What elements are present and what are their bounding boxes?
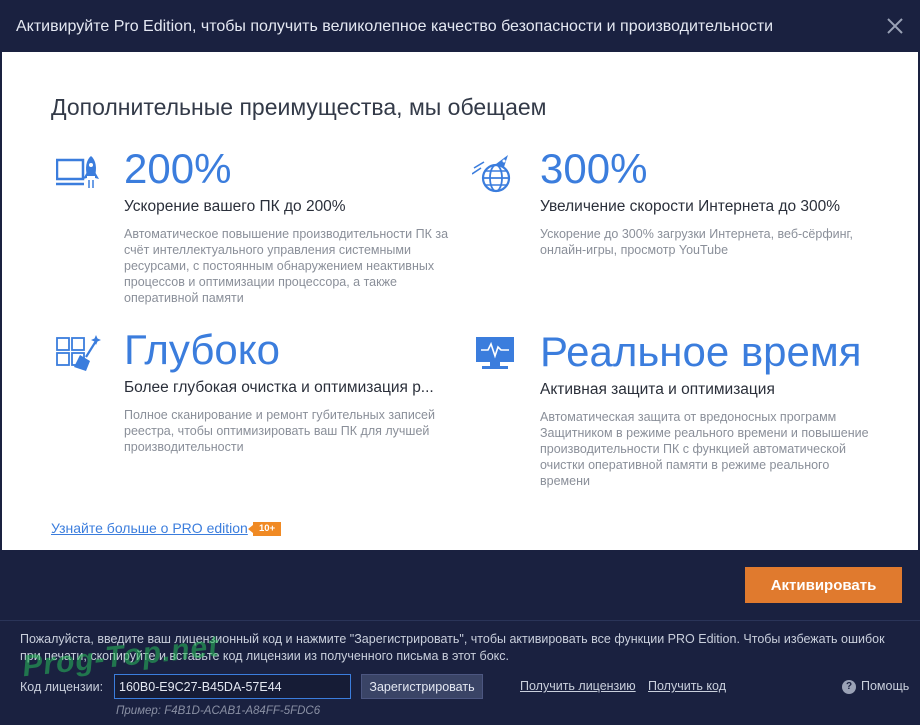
title-bar: Активируйте Pro Edition, чтобы получить …	[0, 0, 920, 52]
learn-more-link[interactable]: Узнайте больше о PRO edition	[51, 520, 248, 536]
feature-value: 200%	[124, 145, 232, 192]
instructions-text: Пожалуйста, введите ваш лицензионный код…	[20, 632, 885, 663]
benefits-panel: Дополнительные преимущества, мы обещаем …	[2, 52, 918, 550]
count-badge: 10+	[247, 522, 282, 536]
help-label: Помощь	[861, 679, 910, 693]
feature-subtitle: Ускорение вашего ПК до 200%	[124, 198, 346, 215]
divider	[0, 620, 920, 621]
feature-subtitle: Увеличение скорости Интернета до 300%	[540, 198, 841, 215]
license-example: Пример: F4B1D-ACAB1-A84FF-5FDC6	[116, 705, 321, 717]
help-icon: ?	[842, 680, 856, 694]
feature-description: Полное сканирование и ремонт губительных…	[124, 408, 435, 454]
feature-value: Глубоко	[124, 326, 280, 373]
get-code-link[interactable]: Получить код	[648, 679, 726, 693]
activate-button[interactable]: Активировать	[745, 567, 902, 603]
globe-rocket-icon	[471, 154, 522, 199]
feature-subtitle: Активная защита и оптимизация	[540, 381, 775, 398]
feature-description: Автоматическое повышение производительно…	[124, 227, 449, 305]
feature-value: Реальное время	[540, 328, 862, 375]
activation-panel: Активировать Пожалуйста, введите ваш лиц…	[0, 550, 920, 725]
feature-description: Автоматическая защита от вредоносных про…	[540, 410, 869, 488]
register-button[interactable]: Зарегистрировать	[361, 674, 483, 699]
license-label: Код лицензии:	[20, 680, 104, 694]
feature-value: 300%	[540, 145, 648, 192]
registry-broom-icon	[56, 335, 106, 380]
window-title: Активируйте Pro Edition, чтобы получить …	[16, 18, 774, 35]
feature-subtitle: Более глубокая очистка и оптимизация р..…	[124, 379, 434, 396]
license-input[interactable]	[114, 674, 351, 699]
page-heading: Дополнительные преимущества, мы обещаем	[51, 94, 547, 120]
pc-rocket-icon	[55, 154, 106, 199]
close-icon[interactable]	[884, 15, 906, 37]
feature-description: Ускорение до 300% загрузки Интернета, ве…	[540, 227, 854, 257]
monitor-pulse-icon	[472, 337, 522, 382]
get-license-link[interactable]: Получить лицензию	[520, 679, 636, 693]
